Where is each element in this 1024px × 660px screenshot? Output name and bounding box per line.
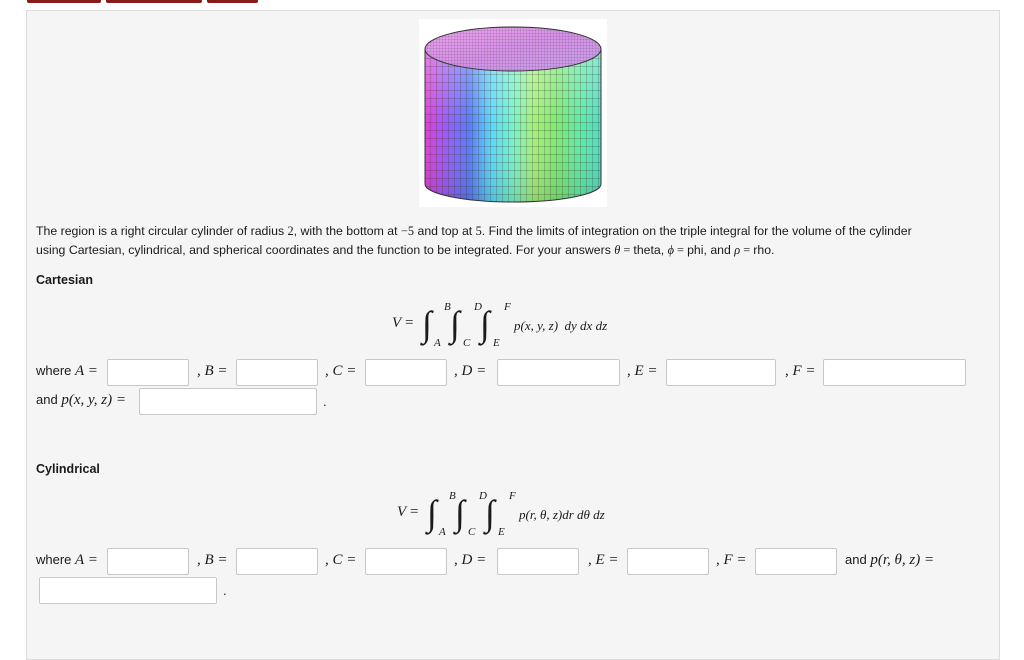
limit-lower-2: C [463, 337, 471, 349]
F-label: , F = [716, 552, 747, 568]
integrand: p(r, θ, z)dr dθ dz [519, 507, 605, 522]
top-tab-1[interactable] [27, 0, 101, 3]
volume-symbol: V [392, 315, 402, 331]
integral-sign-2: ∫ [455, 493, 465, 533]
cart-input-B[interactable] [236, 359, 318, 386]
B-label: , B = [197, 552, 228, 568]
limit-lower-3: E [493, 337, 500, 349]
cart-input-C[interactable] [365, 359, 447, 386]
F-label: , F = [785, 363, 816, 379]
cartesian-integral: V = ∫ B A ∫ D C ∫ F E p(x, y, z) dy dx d… [392, 300, 652, 350]
B-label: , B = [197, 363, 228, 379]
p-label: and p(r, θ, z) = [845, 552, 935, 568]
integral-sign-3: ∫ [480, 304, 490, 344]
integral-sign-1: ∫ [427, 493, 437, 533]
volume-symbol: V [397, 504, 407, 520]
C-label: , C = [325, 363, 357, 379]
cyl-input-E[interactable] [627, 548, 709, 575]
limit-upper-3: F [504, 301, 511, 313]
integral-sign-1: ∫ [422, 304, 432, 344]
cart-input-F[interactable] [823, 359, 966, 386]
cart-input-E[interactable] [666, 359, 776, 386]
period: . [223, 583, 227, 598]
problem-text: The region is a right circular cylinder … [36, 224, 912, 257]
integrand: p(x, y, z) dy dx dz [514, 318, 608, 333]
limit-lower-1: A [434, 337, 441, 349]
limit-upper-3: F [509, 490, 516, 502]
cartesian-heading: Cartesian [36, 273, 93, 287]
E-label: , E = [627, 363, 658, 379]
top-tab-3[interactable] [207, 0, 258, 3]
period: . [323, 394, 327, 409]
integral-sign-3: ∫ [485, 493, 495, 533]
integral-sign-2: ∫ [450, 304, 460, 344]
cyl-input-F[interactable] [755, 548, 837, 575]
equals-sign: = [405, 315, 414, 331]
where-label: where A = [36, 552, 98, 568]
cylindrical-integral: V = ∫ B A ∫ D C ∫ F E p(r, θ, z)dr dθ dz [397, 489, 657, 539]
p-label: and p(x, y, z) = [36, 392, 127, 408]
cyl-input-D[interactable] [497, 548, 579, 575]
limit-lower-3: E [498, 526, 505, 538]
cyl-input-B[interactable] [236, 548, 318, 575]
limit-lower-1: A [439, 526, 446, 538]
cyl-input-C[interactable] [365, 548, 447, 575]
top-tab-2[interactable] [106, 0, 202, 3]
limit-lower-2: C [468, 526, 476, 538]
cart-input-p[interactable] [139, 388, 317, 415]
cylinder-figure [419, 19, 607, 207]
D-label: , D = [454, 363, 487, 379]
C-label: , C = [325, 552, 357, 568]
cylindrical-heading: Cylindrical [36, 462, 100, 476]
E-label: , E = [588, 552, 619, 568]
cart-input-D[interactable] [497, 359, 620, 386]
cart-input-A[interactable] [107, 359, 189, 386]
where-label: where A = [36, 363, 98, 379]
cyl-input-p[interactable] [39, 577, 217, 604]
equals-sign: = [410, 504, 419, 520]
D-label: , D = [454, 552, 487, 568]
cyl-input-A[interactable] [107, 548, 189, 575]
